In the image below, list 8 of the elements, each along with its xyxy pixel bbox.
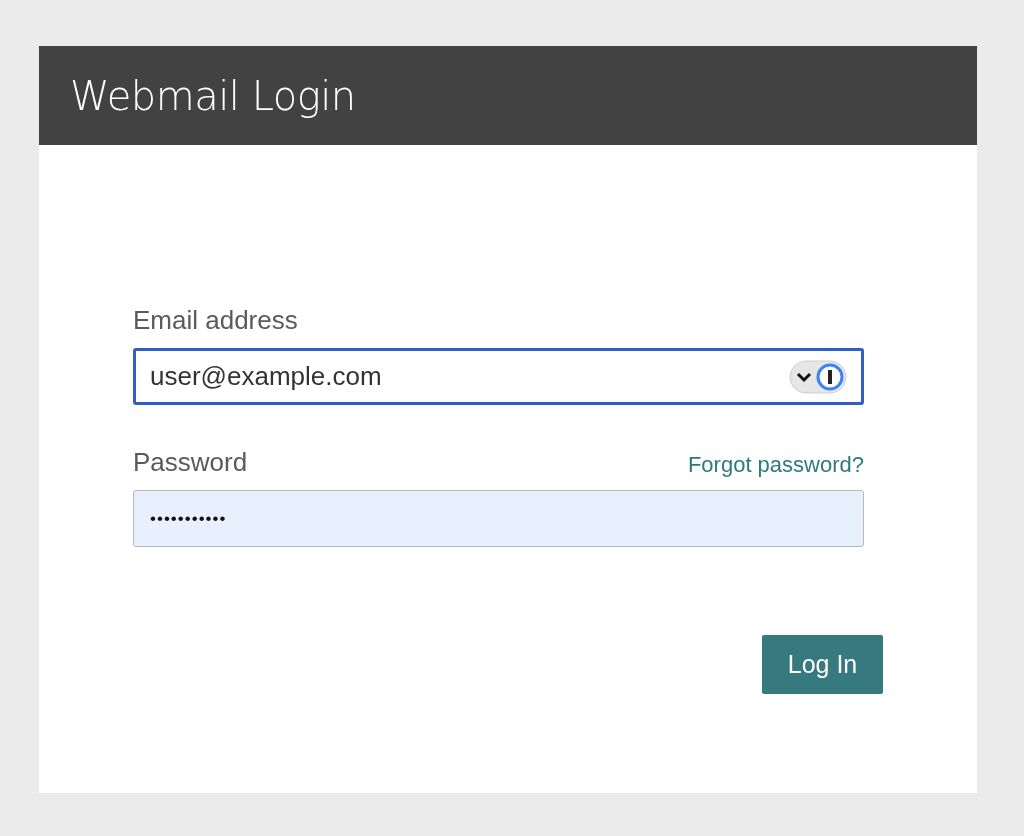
email-label: Email address [133,305,298,336]
password-field[interactable]: ••••••••••• [133,490,864,547]
forgot-password-link[interactable]: Forgot password? [687,452,864,478]
password-manager-icon[interactable] [789,359,847,394]
email-field[interactable]: user@example.com [133,348,864,405]
password-label: Password [133,447,248,478]
page-title: Webmail Login [70,72,356,119]
login-button[interactable]: Log In [762,635,883,694]
